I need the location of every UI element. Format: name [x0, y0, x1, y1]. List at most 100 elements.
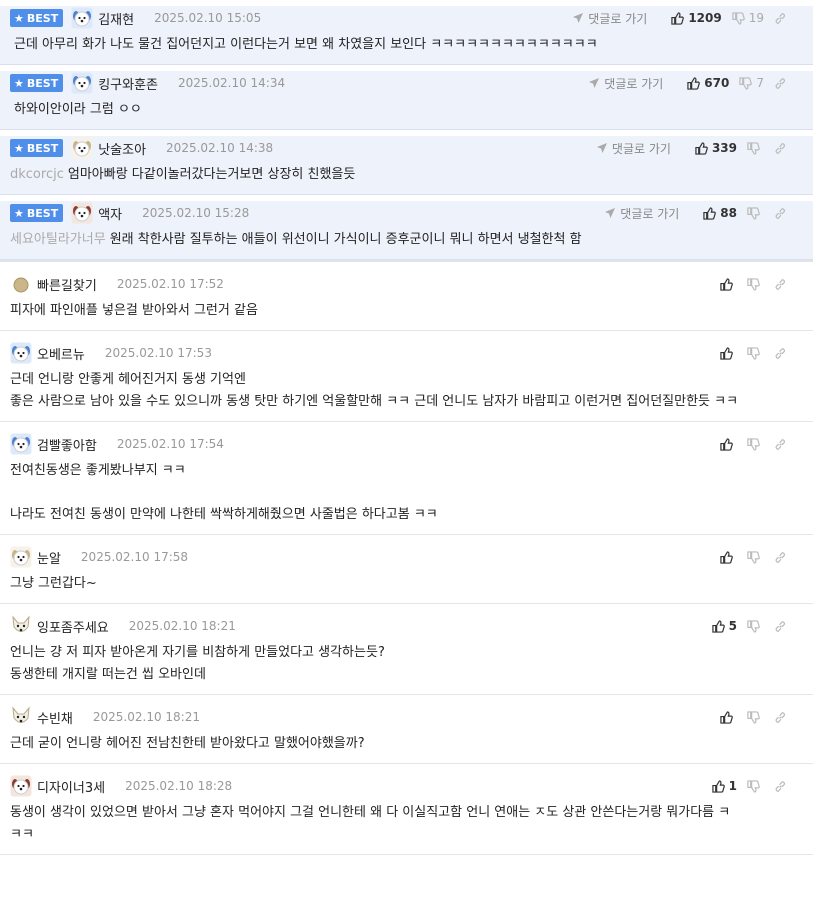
comment: 잉포좀주세요 2025.02.10 18:21 5 언니는 걍 저 피자 받아온…: [0, 614, 813, 695]
goto-reply-link[interactable]: 댓글로 가기: [604, 205, 679, 222]
nickname[interactable]: 낫술조아: [98, 139, 146, 158]
goto-reply-link[interactable]: 댓글로 가기: [596, 140, 671, 157]
like-count: 5: [728, 619, 737, 633]
link-icon: [775, 711, 786, 723]
best-badge: ★ BEST: [10, 204, 64, 222]
avatar-fox-icon[interactable]: [10, 706, 32, 728]
link-button[interactable]: [774, 12, 791, 25]
comment-body: 세요아틸라가너무 원래 착한사람 질투하는 애들이 위선이니 가식이니 증후군이니…: [10, 225, 803, 259]
link-icon: [775, 347, 786, 359]
dislike-button[interactable]: [747, 346, 764, 360]
comment-text: 근데 아무리 화가 나도 물건 집어던지고 이런다는거 보면 왜 차였을지 보인…: [14, 37, 598, 52]
dislike-button[interactable]: [747, 710, 764, 724]
best-badge: ★ BEST: [10, 74, 64, 92]
like-count: 1: [728, 779, 737, 793]
avatar-brown-dog-icon[interactable]: [71, 202, 93, 224]
thumbs-up-icon: [671, 11, 685, 25]
like-button[interactable]: 339: [695, 141, 737, 155]
goto-reply-link[interactable]: 댓글로 가기: [588, 75, 663, 92]
comment-actions: 5: [702, 614, 791, 638]
avatar-blue-dog-icon[interactable]: [10, 433, 32, 455]
link-button[interactable]: [774, 711, 791, 724]
timestamp: 2025.02.10 17:52: [116, 277, 224, 291]
thumbs-down-icon: [747, 437, 760, 451]
timestamp: 2025.02.10 17:58: [80, 550, 189, 564]
link-button[interactable]: [774, 347, 791, 360]
avatar-white-dog-icon[interactable]: [10, 546, 32, 568]
nickname[interactable]: 디자이너3세: [37, 777, 105, 796]
comment-body: 근데 아무리 화가 나도 물건 집어던지고 이런다는거 보면 왜 차였을지 보인…: [10, 30, 803, 64]
best-comment: ★ BEST 김재현 2025.02.10 15:05 댓글로 가기 1209 1…: [0, 6, 813, 65]
comment: 디자이너3세 2025.02.10 18:28 1 동생이 생각이 있었으면 받…: [0, 774, 813, 855]
like-button[interactable]: 1: [711, 779, 737, 793]
dislike-button[interactable]: 19: [732, 11, 764, 25]
avatar-blue-dog-icon[interactable]: [71, 72, 93, 94]
like-button[interactable]: 1209: [671, 11, 722, 25]
thumbs-up-icon: [711, 619, 725, 633]
dislike-button[interactable]: [747, 277, 764, 291]
comment-text: 하와이안이라 그럼 ㅇㅇ: [14, 102, 142, 117]
comment-body: 언니는 걍 저 피자 받아온게 자기를 비참하게 만들었다고 생각하는듯? 동생…: [10, 638, 803, 694]
avatar-dot-icon[interactable]: [10, 273, 32, 295]
comment-actions: [710, 545, 791, 569]
nickname[interactable]: 오베르뉴: [37, 344, 85, 363]
comment-actions: [710, 432, 791, 456]
link-button[interactable]: [774, 620, 791, 633]
like-button[interactable]: 88: [703, 206, 737, 220]
nickname[interactable]: 액자: [98, 204, 122, 223]
like-count: 88: [720, 206, 737, 220]
like-button[interactable]: [720, 346, 737, 360]
avatar-blue-dog-icon[interactable]: [71, 7, 93, 29]
comment-prefix: 세요아틸라가너무: [10, 232, 106, 247]
nickname[interactable]: 킹구와훈존: [98, 74, 158, 93]
like-button[interactable]: [720, 710, 737, 724]
dislike-button[interactable]: [747, 779, 764, 793]
avatar-brown-dog-icon[interactable]: [10, 775, 32, 797]
thumbs-up-icon: [687, 76, 701, 90]
comment-text: 전여친동생은 좋게봤나부지 ㅋㅋ 나라도 전여친 동생이 만약에 나한테 싹싹하…: [10, 463, 438, 522]
link-button[interactable]: [774, 780, 791, 793]
dislike-button[interactable]: [747, 437, 764, 451]
comment-text: 엄마아빠랑 다같이놀러갔다는거보면 상장히 친했을듯: [67, 167, 356, 182]
goto-reply-link[interactable]: 댓글로 가기: [572, 10, 647, 27]
timestamp: 2025.02.10 17:53: [104, 346, 212, 360]
nickname[interactable]: 수빈채: [37, 708, 73, 727]
thumbs-down-icon: [747, 346, 760, 360]
nickname[interactable]: 빠른길찾기: [37, 275, 97, 294]
comment-actions: [710, 705, 791, 729]
link-button[interactable]: [774, 142, 791, 155]
dislike-button[interactable]: [747, 141, 764, 155]
like-button[interactable]: [720, 277, 737, 291]
comment-body: dkcorcjc 엄마아빠랑 다같이놀러갔다는거보면 상장히 친했을듯: [10, 160, 803, 194]
comment: 빠른길찾기 2025.02.10 17:52 피자에 파인애플 넣은걸 받아와서…: [0, 272, 813, 331]
like-button[interactable]: 670: [687, 76, 729, 90]
dislike-button[interactable]: [747, 619, 764, 633]
like-button[interactable]: [720, 550, 737, 564]
link-button[interactable]: [774, 77, 791, 90]
avatar-white-dog-icon[interactable]: [71, 137, 93, 159]
comment-body: 근데 굳이 언니랑 헤어진 전남친한테 받아왔다고 말했어야했을까?: [10, 729, 803, 763]
avatar-blue-dog-icon[interactable]: [10, 342, 32, 364]
send-icon: [589, 78, 600, 88]
thumbs-down-icon: [747, 550, 760, 564]
comment: 눈알 2025.02.10 17:58 그냥 그런갑다~: [0, 545, 813, 604]
dislike-button[interactable]: 7: [739, 76, 764, 90]
link-button[interactable]: [774, 278, 791, 291]
dislike-button[interactable]: [747, 550, 764, 564]
link-button[interactable]: [774, 438, 791, 451]
comment: 검빨좋아함 2025.02.10 17:54 전여친동생은 좋게봤나부지 ㅋㅋ …: [0, 432, 813, 535]
nickname[interactable]: 잉포좀주세요: [37, 617, 109, 636]
nickname[interactable]: 눈알: [37, 548, 61, 567]
nickname[interactable]: 검빨좋아함: [37, 435, 97, 454]
thumbs-up-icon: [720, 437, 733, 451]
thumbs-down-icon: [747, 206, 760, 220]
dislike-button[interactable]: [747, 206, 764, 220]
avatar-fox-icon[interactable]: [10, 615, 32, 637]
timestamp: 2025.02.10 18:21: [92, 710, 200, 724]
like-button[interactable]: 5: [711, 619, 737, 633]
nickname[interactable]: 김재현: [98, 9, 134, 28]
like-button[interactable]: [720, 437, 737, 451]
comment-list: ★ BEST 김재현 2025.02.10 15:05 댓글로 가기 1209 1…: [0, 6, 813, 855]
link-button[interactable]: [774, 207, 791, 220]
link-button[interactable]: [774, 551, 791, 564]
